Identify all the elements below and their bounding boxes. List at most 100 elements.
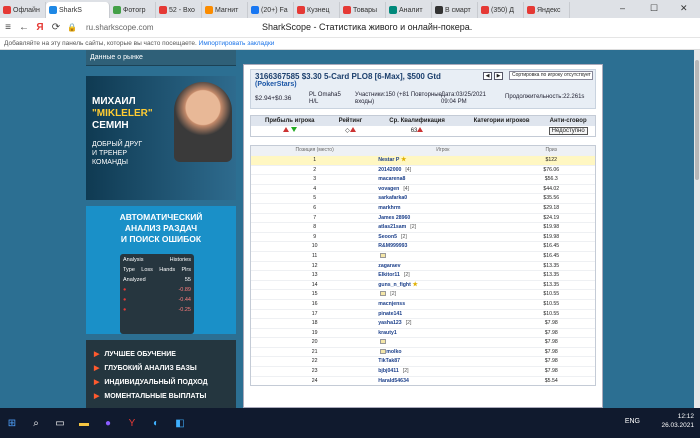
edge-icon[interactable]: ◐: [144, 408, 168, 438]
app-icon-purple[interactable]: ●: [96, 408, 120, 438]
row-player[interactable]: James 28960: [378, 214, 507, 223]
coach-banner-ad[interactable]: МИХАИЛ "MIKLELER" СЕМИН ДОБРЫЙ ДРУГ И ТР…: [86, 76, 236, 200]
player-name[interactable]: macarena8: [378, 176, 405, 182]
player-name[interactable]: guns_n_fight: [378, 282, 411, 288]
reload-icon[interactable]: ⟳: [48, 22, 64, 33]
tournament-info: 3166367585 $3.30 5-Card PLO8 [6-Max], $5…: [250, 69, 596, 109]
player-name[interactable]: 20142000: [378, 167, 401, 173]
scrollbar-thumb[interactable]: [695, 60, 699, 180]
row-player[interactable]: yasha123 [2]: [378, 319, 507, 328]
player-name[interactable]: markhrm: [378, 205, 400, 211]
row-player[interactable]: markhrm: [378, 204, 507, 213]
browser-tab[interactable]: SharkS: [46, 2, 110, 18]
player-info-icon[interactable]: [380, 339, 387, 345]
row-player[interactable]: atlas21sam [2]: [378, 223, 507, 232]
row-player[interactable]: [378, 252, 507, 261]
player-name[interactable]: R&M999993: [378, 243, 407, 249]
url-field[interactable]: ru.sharkscope.com: [86, 23, 154, 32]
player-name[interactable]: macnjenss: [378, 301, 405, 307]
row-player[interactable]: Seoon5 [2]: [378, 233, 507, 242]
table-row: 22 TikTak87 $7.98: [251, 356, 595, 366]
benefits-banner-ad[interactable]: ▶ ЛУЧШЕЕ ОБУЧЕНИЕ ▶ ГЛУБОКИЙ АНАЛИЗ БАЗЫ ▶ ИН…: [86, 340, 236, 408]
player-name[interactable]: krauty1: [378, 330, 396, 336]
row-prize: $35.56: [543, 195, 560, 202]
browser-tab[interactable]: Аналит: [386, 2, 432, 18]
player-name[interactable]: vovagen: [378, 186, 399, 192]
task-view-icon[interactable]: ▭: [48, 408, 72, 438]
row-player[interactable]: Nestar P ★: [378, 156, 507, 165]
game-line2: H/L: [309, 99, 319, 105]
row-player[interactable]: molko: [378, 348, 507, 357]
row-player[interactable]: guns_n_fight ★: [378, 281, 507, 290]
browser-tab[interactable]: В смарт: [432, 2, 478, 18]
anticollusion-status: Недоступно: [548, 127, 588, 135]
row-player[interactable]: Harald54634: [378, 377, 507, 386]
player-name[interactable]: pinate141: [378, 311, 402, 317]
player-name[interactable]: Nestar P: [378, 157, 399, 163]
browser-tab[interactable]: Фотогр: [110, 2, 156, 18]
tray-lang[interactable]: ENG: [625, 418, 640, 425]
windows-start-icon[interactable]: ⊞: [0, 408, 24, 438]
tab-favicon-icon: [3, 6, 11, 14]
player-name[interactable]: atlas21sam: [378, 224, 406, 230]
row-player[interactable]: 20142000 [4]: [378, 166, 507, 175]
tab-favicon-icon: [343, 6, 351, 14]
benefit-item: ▶ ИНДИВИДУАЛЬНЫЙ ПОДХОД: [94, 378, 228, 387]
player-info-icon[interactable]: [380, 253, 387, 259]
browser-tab[interactable]: (20+) Fa: [248, 2, 294, 18]
row-player[interactable]: Elkitor11 [2]: [378, 271, 507, 280]
market-data-header[interactable]: Данные о рынке: [86, 50, 236, 66]
menu-icon[interactable]: ≡: [0, 22, 16, 33]
close-icon[interactable]: ✕: [680, 3, 688, 14]
maximize-icon[interactable]: ☐: [650, 3, 658, 14]
player-info-icon[interactable]: [380, 291, 387, 297]
row-player[interactable]: sarkafarka0: [378, 194, 507, 203]
yandex-browser-icon[interactable]: Y: [120, 408, 144, 438]
yandex-icon[interactable]: Я: [32, 22, 48, 33]
row-position: 21: [311, 348, 318, 355]
row-player[interactable]: pinate141: [378, 310, 507, 319]
minimize-icon[interactable]: –: [620, 3, 625, 13]
player-name[interactable]: Harald54634: [378, 378, 409, 384]
browser-tab[interactable]: Яндекс: [524, 2, 570, 18]
stats-header-quality: Ср. Квалификация: [389, 118, 445, 124]
row-player[interactable]: krauty1: [378, 329, 507, 338]
row-player[interactable]: R&M999993: [378, 242, 507, 251]
player-name[interactable]: sarkafarka0: [378, 195, 407, 201]
row-player[interactable]: macnjenss: [378, 300, 507, 309]
player-name[interactable]: TikTak87: [378, 358, 400, 364]
tray-clock[interactable]: 12:12 26.03.2021: [661, 412, 694, 430]
browser-tab[interactable]: Кузнец: [294, 2, 340, 18]
prev-icon[interactable]: ◀: [483, 72, 492, 80]
analysis-banner-ad[interactable]: АВТОМАТИЧЕСКИЙ АНАЛИЗ РАЗДАЧ И ПОИСК ОШИ…: [86, 206, 236, 334]
browser-tab[interactable]: 52 - Вхо: [156, 2, 202, 18]
player-name[interactable]: zagaraev: [378, 263, 400, 269]
browser-tab[interactable]: Товары: [340, 2, 386, 18]
player-name[interactable]: James 28960: [378, 215, 410, 221]
player-name[interactable]: molko: [386, 349, 401, 355]
player-name[interactable]: Elkitor11: [378, 272, 400, 278]
row-player[interactable]: TikTak87: [378, 357, 507, 366]
sort-select[interactable]: Сортировка по игроку отсутствует: [509, 71, 593, 80]
browser-tab[interactable]: (350) Д: [478, 2, 524, 18]
row-player[interactable]: vovagen [4]: [378, 185, 507, 194]
search-icon[interactable]: ⌕: [24, 408, 48, 438]
tournament-room[interactable]: (PokerStars): [255, 81, 297, 88]
page-scrollbar[interactable]: [694, 50, 700, 408]
file-explorer-icon[interactable]: ▬: [72, 408, 96, 438]
browser-tab[interactable]: Офлайн: [0, 2, 46, 18]
row-player[interactable]: [378, 338, 507, 347]
row-player[interactable]: macarena8: [378, 175, 507, 184]
store-icon[interactable]: ◧: [168, 408, 192, 438]
browser-tab[interactable]: Магнит: [202, 2, 248, 18]
row-player[interactable]: bjbj0411 [2]: [378, 367, 507, 376]
import-bookmarks-link[interactable]: Импортировать закладки: [199, 40, 275, 47]
next-icon[interactable]: ▶: [494, 72, 503, 80]
back-icon[interactable]: ←: [16, 22, 32, 33]
player-name[interactable]: bjbj0411: [378, 368, 398, 374]
player-name[interactable]: yasha123: [378, 320, 401, 326]
tournament-game: PL Omaha5 H/L: [309, 92, 341, 106]
row-player[interactable]: zagaraev: [378, 262, 507, 271]
row-player[interactable]: [2]: [378, 290, 507, 299]
player-name[interactable]: Seoon5: [378, 234, 397, 240]
